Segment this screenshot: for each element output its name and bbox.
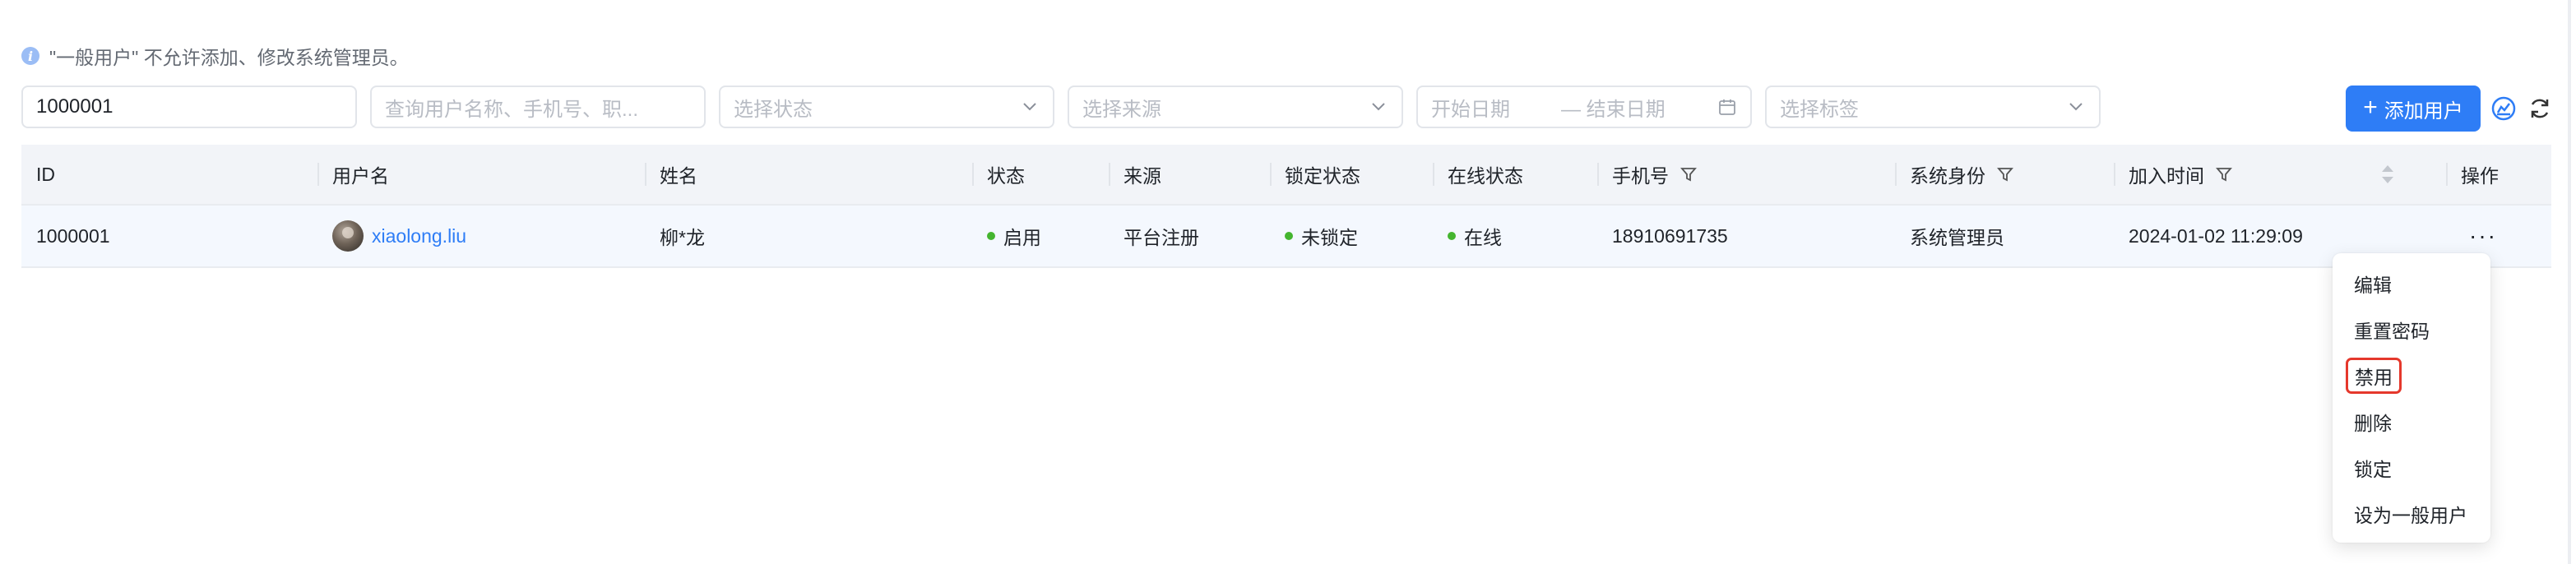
cell-source: 平台注册 — [1124, 227, 1199, 248]
cell-online-status: 在线 — [1448, 206, 1502, 266]
status-dot — [1448, 232, 1456, 240]
cell-lock-status: 未锁定 — [1285, 206, 1358, 266]
menu-item-set-normal-user[interactable]: 设为一般用户 — [2354, 497, 2467, 530]
status-select[interactable]: 选择状态 — [719, 86, 1054, 128]
header-actions: 操作 — [2446, 145, 2499, 204]
sort-icon[interactable] — [2379, 159, 2397, 189]
cell-phone: 18910691735 — [1612, 224, 1728, 247]
source-select-placeholder: 选择来源 — [1082, 98, 1161, 121]
plus-icon: + — [2363, 93, 2378, 121]
source-select[interactable]: 选择来源 — [1068, 86, 1403, 128]
start-date-placeholder: 开始日期 — [1431, 98, 1510, 121]
tag-select[interactable]: 选择标签 — [1765, 86, 2101, 128]
id-input[interactable]: 1000001 — [21, 86, 357, 128]
status-dot — [1285, 232, 1293, 240]
cell-joined: 2024-01-02 11:29:09 — [2129, 224, 2303, 247]
menu-item-reset-password[interactable]: 重置密码 — [2354, 313, 2430, 346]
header-name: 姓名 — [645, 145, 697, 204]
cell-id: 1000001 — [36, 224, 110, 247]
menu-item-disable[interactable]: 禁用 — [2346, 358, 2402, 394]
tag-select-placeholder: 选择标签 — [1780, 98, 1859, 121]
table-header: ID 用户名 姓名 状态 来源 锁定状态 在线状态 手机号 系统身份 加入时间 … — [21, 145, 2551, 206]
end-date-placeholder: — 结束日期 — [1561, 98, 1666, 121]
header-joined: 加入时间 — [2114, 145, 2232, 204]
date-range-picker[interactable]: 开始日期 — 结束日期 — [1416, 86, 1752, 128]
header-role: 系统身份 — [1895, 145, 2013, 204]
status-dot — [987, 232, 995, 240]
username-link[interactable]: xiaolong.liu — [372, 225, 466, 247]
cell-username[interactable]: xiaolong.liu — [332, 206, 466, 266]
cell-name: 柳*龙 — [660, 227, 705, 248]
menu-item-delete[interactable]: 删除 — [2354, 405, 2392, 438]
column-settings-icon[interactable] — [2490, 95, 2517, 122]
scrollbar[interactable] — [2568, 0, 2571, 564]
filter-icon[interactable] — [2216, 166, 2232, 183]
add-user-label: 添加用户 — [2384, 99, 2463, 123]
calendar-icon — [1719, 99, 1735, 115]
chevron-down-icon — [1023, 103, 1036, 111]
notice-text: "一般用户" 不允许添加、修改系统管理员。 — [49, 47, 409, 68]
filter-icon[interactable] — [1680, 166, 1697, 183]
cell-status: 启用 — [987, 206, 1041, 266]
header-username: 用户名 — [317, 145, 389, 204]
avatar — [332, 220, 364, 252]
info-icon: i — [21, 47, 39, 65]
header-phone: 手机号 — [1597, 145, 1697, 204]
header-id: ID — [36, 163, 55, 185]
filter-icon[interactable] — [1997, 166, 2013, 183]
id-input-value: 1000001 — [36, 95, 114, 118]
search-input[interactable]: 查询用户名称、手机号、职... — [370, 86, 706, 128]
status-select-placeholder: 选择状态 — [734, 98, 813, 121]
add-user-button[interactable]: + 添加用户 — [2346, 86, 2481, 132]
table-row[interactable]: 1000001 xiaolong.liu 柳*龙 启用 平台注册 未锁定 在线 … — [21, 206, 2551, 268]
header-source: 来源 — [1109, 145, 1161, 204]
menu-item-edit[interactable]: 编辑 — [2354, 267, 2392, 300]
user-table: ID 用户名 姓名 状态 来源 锁定状态 在线状态 手机号 系统身份 加入时间 … — [21, 145, 2551, 268]
search-input-placeholder: 查询用户名称、手机号、职... — [385, 98, 639, 121]
menu-item-lock[interactable]: 锁定 — [2354, 451, 2392, 484]
header-status: 状态 — [972, 145, 1025, 204]
cell-role: 系统管理员 — [1910, 227, 2004, 248]
header-online-status: 在线状态 — [1433, 145, 1523, 204]
chevron-down-icon — [2069, 103, 2083, 111]
chevron-down-icon — [1372, 103, 1385, 111]
header-lock-status: 锁定状态 — [1270, 145, 1360, 204]
notice-bar: i "一般用户" 不允许添加、修改系统管理员。 — [21, 43, 409, 69]
refresh-icon[interactable] — [2527, 95, 2553, 122]
row-action-menu: 编辑 重置密码 禁用 删除 锁定 设为一般用户 — [2333, 253, 2490, 543]
